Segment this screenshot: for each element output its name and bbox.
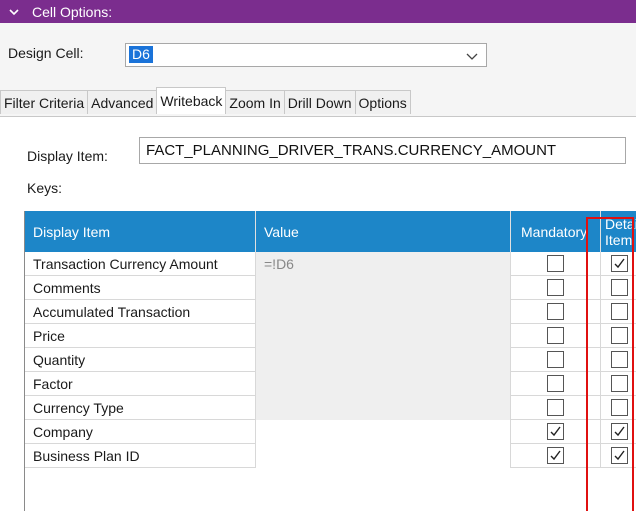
mandatory-checkbox[interactable] <box>547 255 564 272</box>
design-cell-value: D6 <box>129 46 153 63</box>
tab-advanced[interactable]: Advanced <box>87 90 158 114</box>
row-value-cell[interactable] <box>256 420 511 444</box>
table-row[interactable]: Currency Type <box>25 396 636 420</box>
table-row[interactable]: Company <box>25 420 636 444</box>
row-detail-cell <box>601 444 636 468</box>
detail-item-checkbox[interactable] <box>611 255 628 272</box>
row-value-cell[interactable] <box>256 372 511 396</box>
row-value-cell[interactable] <box>256 324 511 348</box>
row-mandatory-cell <box>511 348 601 372</box>
detail-item-checkbox[interactable] <box>611 279 628 296</box>
mandatory-checkbox[interactable] <box>547 327 564 344</box>
row-detail-cell <box>601 372 636 396</box>
row-value-cell[interactable] <box>256 300 511 324</box>
table-row[interactable]: Quantity <box>25 348 636 372</box>
design-cell-select[interactable]: D6 <box>125 43 487 67</box>
row-display-item: Company <box>25 420 256 444</box>
panel-title: Cell Options: <box>32 3 113 20</box>
checkmark-icon <box>614 426 625 437</box>
table-row[interactable]: Factor <box>25 372 636 396</box>
row-mandatory-cell <box>511 372 601 396</box>
row-mandatory-cell <box>511 444 601 468</box>
tab-options[interactable]: Options <box>354 90 411 114</box>
detail-item-checkbox[interactable] <box>611 447 628 464</box>
column-header-detail-item[interactable]: Detail Item <box>601 211 636 252</box>
row-value-cell[interactable] <box>256 348 511 372</box>
row-detail-cell <box>601 324 636 348</box>
row-display-item: Business Plan ID <box>25 444 256 468</box>
tab-drill-down[interactable]: Drill Down <box>283 90 356 114</box>
detail-item-checkbox[interactable] <box>611 351 628 368</box>
tab-filter-criteria[interactable]: Filter Criteria <box>0 90 89 114</box>
tab-zoom-in[interactable]: Zoom In <box>225 90 285 114</box>
row-detail-cell <box>601 396 636 420</box>
checkmark-icon <box>550 426 561 437</box>
row-display-item: Comments <box>25 276 256 300</box>
mandatory-checkbox[interactable] <box>547 375 564 392</box>
writeback-content: Display Item: Keys: Display Item Value M… <box>0 117 636 511</box>
detail-item-checkbox[interactable] <box>611 375 628 392</box>
mandatory-checkbox[interactable] <box>547 447 564 464</box>
keys-grid: Display Item Value Mandatory Detail Item… <box>24 211 636 511</box>
row-value-cell[interactable] <box>256 396 511 420</box>
table-row[interactable]: Accumulated Transaction <box>25 300 636 324</box>
table-row[interactable]: Price <box>25 324 636 348</box>
row-detail-cell <box>601 348 636 372</box>
chevron-down-icon[interactable] <box>8 6 20 18</box>
row-display-item: Currency Type <box>25 396 256 420</box>
mandatory-checkbox[interactable] <box>547 303 564 320</box>
display-item-input[interactable] <box>139 137 626 164</box>
row-mandatory-cell <box>511 324 601 348</box>
row-detail-cell <box>601 300 636 324</box>
row-display-item: Accumulated Transaction <box>25 300 256 324</box>
row-mandatory-cell <box>511 252 601 276</box>
mandatory-checkbox[interactable] <box>547 279 564 296</box>
checkmark-icon <box>550 450 561 461</box>
detail-item-checkbox[interactable] <box>611 327 628 344</box>
checkmark-icon <box>614 258 625 269</box>
tab-strip: Filter Criteria Advanced Writeback Zoom … <box>0 87 636 117</box>
design-cell-label: Design Cell: <box>8 45 84 61</box>
column-header-display-item[interactable]: Display Item <box>25 211 256 252</box>
row-display-item: Factor <box>25 372 256 396</box>
detail-item-checkbox[interactable] <box>611 303 628 320</box>
table-row[interactable]: Comments <box>25 276 636 300</box>
keys-label: Keys: <box>27 180 63 196</box>
row-mandatory-cell <box>511 396 601 420</box>
row-detail-cell <box>601 420 636 444</box>
row-value-cell[interactable]: =!D6 <box>256 252 511 276</box>
column-header-mandatory[interactable]: Mandatory <box>511 211 601 252</box>
tab-writeback[interactable]: Writeback <box>156 87 227 114</box>
row-mandatory-cell <box>511 420 601 444</box>
table-row[interactable]: Transaction Currency Amount =!D6 <box>25 252 636 276</box>
mandatory-checkbox[interactable] <box>547 399 564 416</box>
row-mandatory-cell <box>511 300 601 324</box>
row-value-cell[interactable] <box>256 444 511 468</box>
display-item-label: Display Item: <box>27 148 108 164</box>
checkmark-icon <box>614 450 625 461</box>
mandatory-checkbox[interactable] <box>547 351 564 368</box>
dropdown-arrow-icon[interactable] <box>466 51 478 61</box>
row-mandatory-cell <box>511 276 601 300</box>
detail-item-checkbox[interactable] <box>611 399 628 416</box>
mandatory-checkbox[interactable] <box>547 423 564 440</box>
cell-options-header[interactable]: Cell Options: <box>0 0 636 23</box>
row-detail-cell <box>601 276 636 300</box>
row-detail-cell <box>601 252 636 276</box>
row-display-item: Price <box>25 324 256 348</box>
column-header-value[interactable]: Value <box>256 211 511 252</box>
row-value-cell[interactable] <box>256 276 511 300</box>
detail-item-checkbox[interactable] <box>611 423 628 440</box>
grid-header: Display Item Value Mandatory Detail Item <box>25 211 636 252</box>
row-display-item: Transaction Currency Amount <box>25 252 256 276</box>
table-row[interactable]: Business Plan ID <box>25 444 636 468</box>
row-display-item: Quantity <box>25 348 256 372</box>
